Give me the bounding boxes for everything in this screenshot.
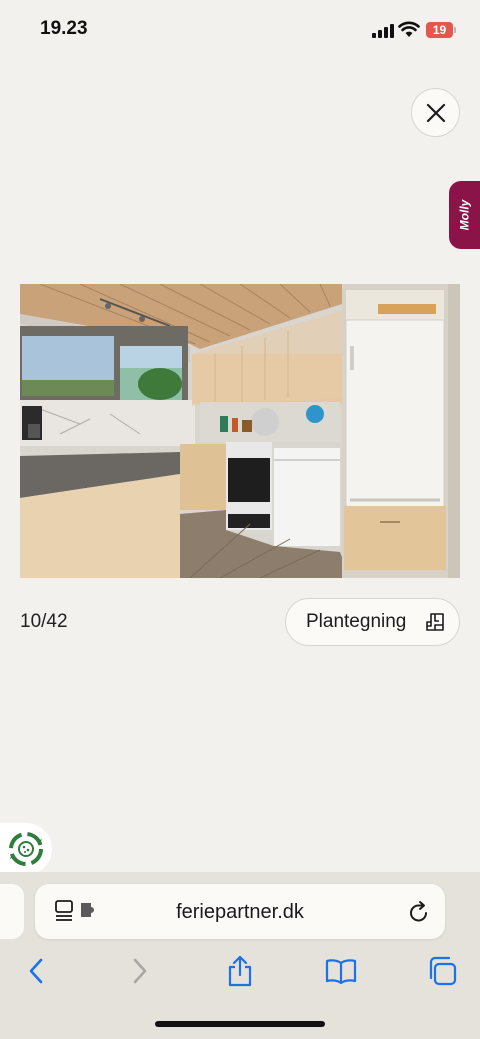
close-icon (426, 103, 445, 122)
photo-counter: 10/42 (20, 611, 68, 632)
chat-assistant-tab[interactable]: Molly (449, 181, 480, 249)
previous-tab-preview[interactable] (0, 884, 24, 939)
cellular-signal-icon (372, 24, 394, 38)
bookmarks-button[interactable] (323, 953, 359, 989)
back-button[interactable] (18, 953, 54, 989)
wifi-icon (398, 21, 420, 37)
battery-level: 19 (426, 22, 453, 38)
share-icon (228, 955, 252, 987)
status-bar: 19.23 19 (0, 0, 480, 58)
close-button[interactable] (411, 88, 460, 137)
floorplan-icon (426, 613, 444, 631)
gallery-photo[interactable] (20, 284, 460, 578)
back-icon (29, 958, 43, 984)
address-bar[interactable]: feriepartner.dk (35, 884, 445, 939)
floorplan-button[interactable]: Plantegning (285, 598, 460, 646)
share-button[interactable] (222, 953, 258, 989)
bookmarks-icon (325, 959, 357, 984)
forward-icon (133, 958, 147, 984)
reload-icon[interactable] (408, 900, 430, 924)
url-text: feriepartner.dk (176, 901, 304, 923)
battery-icon: 19 (426, 22, 456, 38)
cookie-settings-icon (9, 832, 43, 866)
kitchen-photo (20, 284, 460, 578)
home-indicator[interactable] (155, 1021, 325, 1027)
floorplan-label: Plantegning (306, 611, 407, 632)
chat-assistant-label: Molly (457, 199, 472, 231)
status-time: 19.23 (40, 18, 88, 39)
forward-button[interactable] (122, 953, 158, 989)
tabs-button[interactable] (424, 953, 460, 989)
cookie-settings-button[interactable] (0, 823, 52, 875)
tabs-icon (429, 956, 457, 986)
